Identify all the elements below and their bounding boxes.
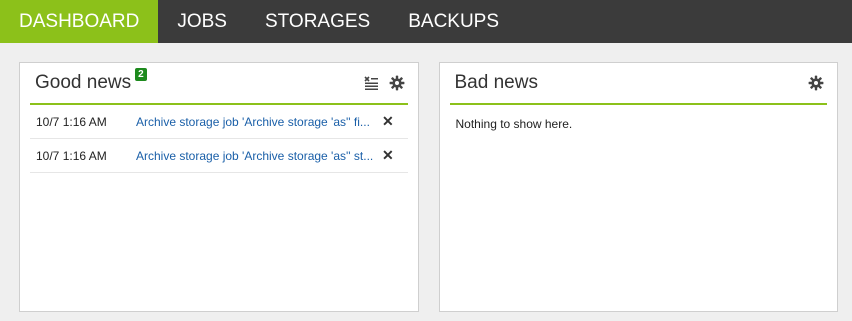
item-timestamp: 10/7 1:16 AM [36, 148, 107, 163]
bad-news-title: Bad news [454, 72, 538, 93]
nav-backups[interactable]: BACKUPS [389, 0, 518, 43]
gear-icon[interactable] [808, 75, 824, 91]
good-news-panel: Good news 2 10/7 1:16 AM Archive storage… [19, 62, 419, 312]
nav-dashboard[interactable]: DASHBOARD [0, 0, 159, 43]
good-news-header: Good news 2 [30, 63, 408, 105]
close-icon[interactable]: ✕ [382, 147, 394, 164]
dashboard-panels: Good news 2 10/7 1:16 AM Archive storage… [19, 62, 838, 312]
bad-news-header: Bad news [449, 63, 827, 105]
nav-storages[interactable]: STORAGES [246, 0, 389, 43]
bad-news-empty-text: Nothing to show here. [455, 117, 573, 131]
bad-news-panel: Bad news Nothing to show here. [438, 62, 838, 312]
nav-jobs[interactable]: JOBS [158, 0, 246, 43]
list-item: 10/7 1:16 AM Archive storage job 'Archiv… [30, 105, 408, 139]
good-news-count-badge: 2 [135, 67, 147, 81]
gear-icon[interactable] [389, 75, 405, 91]
item-timestamp: 10/7 1:16 AM [36, 114, 107, 129]
bad-news-header-icons [808, 75, 827, 91]
item-message-link[interactable]: Archive storage job 'Archive storage 'as… [136, 149, 374, 163]
close-icon[interactable]: ✕ [382, 113, 394, 130]
item-message-link[interactable]: Archive storage job 'Archive storage 'as… [136, 115, 374, 129]
top-navigation: DASHBOARD JOBS STORAGES BACKUPS [0, 0, 852, 43]
good-news-title: Good news [35, 72, 132, 93]
clear-all-icon[interactable] [363, 75, 379, 91]
list-item: 10/7 1:16 AM Archive storage job 'Archiv… [30, 139, 408, 173]
good-news-list: 10/7 1:16 AM Archive storage job 'Archiv… [30, 105, 408, 173]
good-news-header-icons [363, 75, 408, 91]
